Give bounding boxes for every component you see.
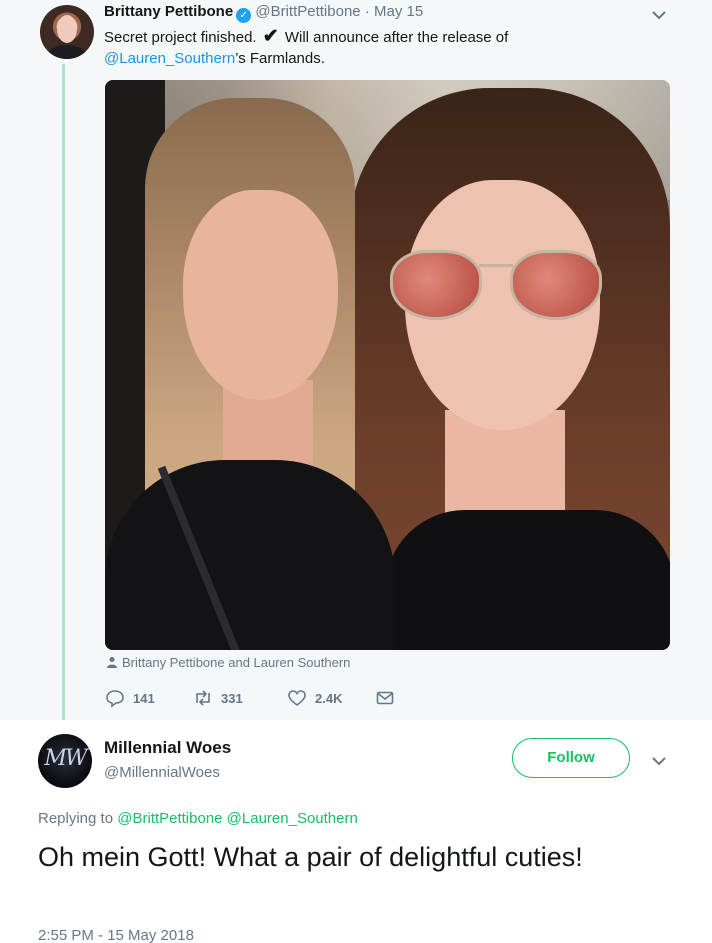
tweet-header: Brittany Pettibone ✓ @BrittPettibone · Ma… xyxy=(104,3,423,23)
avatar[interactable] xyxy=(40,5,94,59)
person-icon xyxy=(107,657,117,668)
chevron-down-icon[interactable] xyxy=(650,6,668,24)
like-count: 2.4K xyxy=(315,690,343,706)
reply-count: 141 xyxy=(133,690,155,706)
avatar[interactable]: MW xyxy=(38,734,92,788)
retweet-button[interactable]: 331 xyxy=(193,688,243,708)
photo-tag-caption[interactable]: Brittany Pettibone and Lauren Southern xyxy=(106,655,350,670)
reply-icon xyxy=(106,690,124,708)
tweet-date[interactable]: May 15 xyxy=(374,3,423,20)
author-handle[interactable]: @MillennialWoes xyxy=(104,764,220,781)
author-name[interactable]: Millennial Woes xyxy=(104,738,231,758)
direct-message-button[interactable] xyxy=(375,688,395,708)
envelope-icon xyxy=(376,691,394,705)
tweet-timestamp[interactable]: 2:55 PM - 15 May 2018 xyxy=(38,927,194,943)
verified-badge-icon: ✓ xyxy=(236,8,252,23)
replying-to-line: Replying to @BrittPettibone @Lauren_Sout… xyxy=(38,810,358,827)
chevron-down-icon[interactable] xyxy=(650,752,668,770)
avatar-logo-text: MW xyxy=(44,746,87,771)
heart-icon xyxy=(288,690,306,707)
retweet-icon xyxy=(196,690,210,706)
reply-button[interactable]: 141 xyxy=(105,688,155,708)
tweet-text: Secret project finished. ✔ Will announce… xyxy=(104,26,509,67)
mention-link[interactable]: @Lauren_Southern xyxy=(104,50,235,67)
author-name[interactable]: Brittany Pettibone xyxy=(104,3,233,20)
separator: · xyxy=(364,3,370,20)
author-handle[interactable]: @BrittPettibone xyxy=(255,3,360,20)
mention-link[interactable]: @BrittPettibone xyxy=(117,810,222,827)
reply-tweet: MW Millennial Woes @MillennialWoes Follo… xyxy=(0,720,712,943)
tweet-photo[interactable] xyxy=(105,80,670,650)
original-tweet: Brittany Pettibone ✓ @BrittPettibone · Ma… xyxy=(0,0,712,726)
thread-connector-line xyxy=(61,64,66,726)
tweet-text: Oh mein Gott! What a pair of delightful … xyxy=(38,842,583,872)
retweet-count: 331 xyxy=(221,690,243,706)
checkmark-icon: ✔ xyxy=(262,26,279,47)
mention-link[interactable]: @Lauren_Southern xyxy=(227,810,358,827)
follow-button[interactable]: Follow xyxy=(512,738,630,778)
like-button[interactable]: 2.4K xyxy=(287,688,342,708)
